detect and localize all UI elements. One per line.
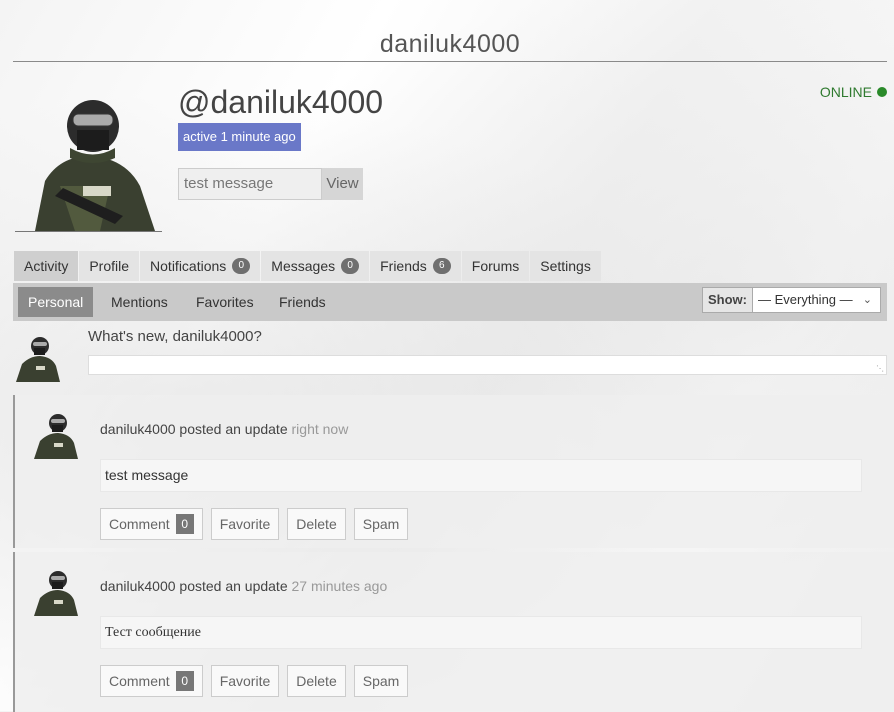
soldier-avatar-icon: [34, 414, 78, 459]
title-divider: [13, 61, 887, 62]
tab-messages[interactable]: Messages 0: [261, 251, 370, 281]
delete-button[interactable]: Delete: [287, 665, 346, 697]
activity-header: daniluk4000 posted an update right now: [100, 421, 348, 437]
activity-action: posted an update: [179, 578, 288, 594]
online-dot-icon: [877, 87, 887, 97]
tab-activity-label: Activity: [24, 258, 69, 274]
online-label: ONLINE: [819, 84, 872, 100]
activity-actions: Comment 0 Favorite Delete Spam: [100, 665, 409, 697]
tab-forums-label: Forums: [471, 258, 520, 274]
comment-button[interactable]: Comment 0: [100, 665, 203, 697]
activity-status-badge: active 1 minute ago: [178, 123, 301, 151]
tab-profile-label: Profile: [89, 258, 130, 274]
page-title: daniluk4000: [379, 30, 521, 58]
tab-messages-label: Messages: [271, 258, 336, 274]
activity-header: daniluk4000 posted an update 27 minutes …: [100, 578, 387, 594]
show-filter: Show: — Everything — ⌄: [702, 287, 881, 313]
whats-new-avatar[interactable]: [14, 332, 62, 382]
profile-avatar[interactable]: [15, 86, 162, 232]
resize-handle-icon[interactable]: ⋱: [876, 364, 884, 373]
show-filter-select[interactable]: — Everything — ⌄: [753, 287, 881, 313]
activity-content: test message: [100, 459, 862, 492]
spam-button[interactable]: Spam: [353, 508, 409, 540]
activity-item: daniluk4000 posted an update right now t…: [13, 395, 894, 548]
profile-tabs: Activity Profile Notifications 0 Message…: [14, 251, 602, 281]
view-button[interactable]: View: [322, 168, 363, 200]
comment-label: Comment: [109, 673, 170, 689]
messages-count-badge: 0: [341, 258, 360, 274]
activity-time-link[interactable]: right now: [292, 421, 349, 437]
comment-button[interactable]: Comment 0: [100, 508, 203, 540]
status-form: test message View: [178, 168, 363, 200]
whats-new-textarea[interactable]: ⋱: [88, 355, 887, 375]
show-filter-value: — Everything —: [758, 292, 853, 307]
online-indicator: ONLINE: [820, 84, 887, 100]
activity-item: daniluk4000 posted an update 27 minutes …: [13, 552, 894, 712]
tab-friends[interactable]: Friends 6: [370, 251, 461, 281]
tab-friends-label: Friends: [380, 258, 427, 274]
activity-avatar[interactable]: [31, 566, 81, 616]
tab-settings[interactable]: Settings: [530, 251, 601, 281]
subtab-favorites[interactable]: Favorites: [186, 287, 264, 317]
activity-content: Тест сообщение: [100, 616, 862, 649]
comment-count-badge: 0: [175, 671, 194, 691]
comment-count-badge: 0: [175, 514, 194, 534]
activity-actions: Comment 0 Favorite Delete Spam: [100, 508, 409, 540]
activity-user-link[interactable]: daniluk4000: [100, 578, 176, 594]
delete-button[interactable]: Delete: [287, 508, 346, 540]
tab-profile[interactable]: Profile: [79, 251, 140, 281]
activity-stream: daniluk4000 posted an update right now t…: [13, 395, 894, 712]
comment-label: Comment: [109, 516, 170, 532]
subtab-personal[interactable]: Personal: [18, 287, 94, 317]
activity-avatar[interactable]: [31, 409, 81, 459]
activity-user-link[interactable]: daniluk4000: [100, 421, 176, 437]
chevron-down-icon: ⌄: [862, 294, 872, 306]
tab-settings-label: Settings: [540, 258, 591, 274]
activity-time-link[interactable]: 27 minutes ago: [292, 578, 388, 594]
soldier-avatar-icon: [35, 100, 155, 231]
subtab-friends[interactable]: Friends: [269, 287, 336, 317]
status-message-input[interactable]: test message: [178, 168, 322, 200]
favorite-button[interactable]: Favorite: [210, 665, 280, 697]
notifications-count-badge: 0: [232, 258, 251, 274]
tab-notifications[interactable]: Notifications 0: [140, 251, 261, 281]
activity-action: posted an update: [179, 421, 288, 437]
spam-button[interactable]: Spam: [353, 665, 409, 697]
subtab-mentions[interactable]: Mentions: [101, 287, 178, 317]
favorite-button[interactable]: Favorite: [210, 508, 280, 540]
profile-mention: @daniluk4000: [178, 84, 384, 120]
profile-page: daniluk4000 @daniluk4000 active 1 minute…: [0, 0, 894, 712]
tab-activity[interactable]: Activity: [14, 251, 79, 281]
activity-subnav: Personal Mentions Favorites Friends Show…: [13, 283, 887, 321]
show-filter-label: Show:: [702, 287, 753, 313]
whats-new-label: What's new, daniluk4000?: [88, 328, 262, 345]
soldier-avatar-icon: [16, 337, 60, 382]
tab-forums[interactable]: Forums: [461, 251, 530, 281]
friends-count-badge: 6: [432, 258, 451, 274]
soldier-avatar-icon: [34, 571, 78, 616]
tab-notifications-label: Notifications: [150, 258, 227, 274]
